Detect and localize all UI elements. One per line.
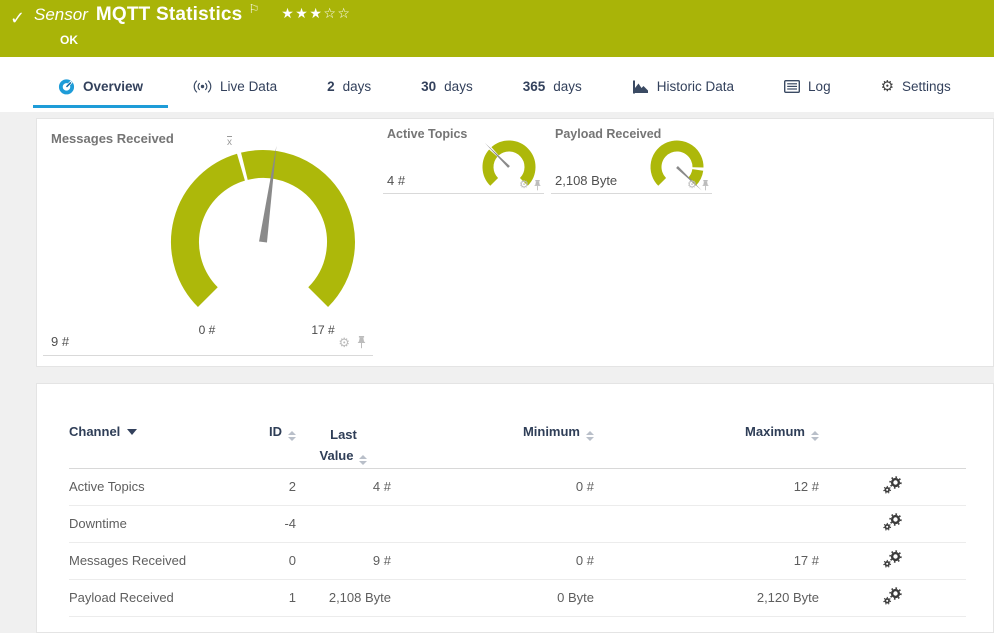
pin-icon[interactable] [701,180,710,191]
sort-icon[interactable] [811,431,819,441]
column-header-last-value[interactable]: Last Value [296,420,391,469]
widget-gear-icon[interactable]: ⚙ [687,180,697,191]
cell-maximum: 2,120 Byte [594,579,819,617]
cell-maximum: 12 # [594,468,819,506]
tab-label: Log [808,79,831,94]
cell-minimum: 0 Byte [391,579,594,617]
tab-live-data[interactable]: Live Data [168,68,302,108]
sort-icon[interactable] [359,455,368,465]
cell-last-value: 9 # [296,542,391,580]
table-header-row: Channel ID Last Value Minimum Maximum [69,420,966,469]
column-header-maximum[interactable]: Maximum [594,420,819,469]
tab-365-days[interactable]: 365 days [498,68,607,108]
tab-bar: Overview Live Data 2 days 30 days 365 da… [0,57,994,112]
cell-id: 2 [214,468,296,506]
gauge-current-value: 4 # [387,173,406,188]
cell-minimum: 0 # [391,542,594,580]
average-marker-label: x [227,137,232,148]
table-row[interactable]: Messages Received 0 9 # 0 # 17 # [69,542,966,580]
tab-30-days[interactable]: 30 days [396,68,498,108]
cell-maximum [594,505,819,543]
pin-icon[interactable] [356,336,367,349]
sort-icon[interactable] [288,431,296,441]
sensor-titlebar: Sensor MQTT Statistics ⚐ ★★★☆☆ [34,2,351,26]
gauges-card: Messages Received x 0 # 17 # 9 # ⚙ Activ… [36,118,994,367]
tab-label: days [444,79,473,94]
widget-gear-icon[interactable]: ⚙ [338,336,350,349]
tab-label: Settings [902,79,951,94]
sort-icon[interactable] [586,431,594,441]
historic-chart-icon [632,80,648,93]
status-badge: OK [60,33,78,47]
gauge-title: Payload Received [555,127,662,141]
tab-label: Live Data [220,79,278,94]
cell-channel: Downtime [69,505,214,543]
pin-icon[interactable] [533,180,542,191]
gauge-title: Messages Received [51,131,174,146]
cell-last-value [296,505,391,543]
edit-channel-gears-icon[interactable] [882,586,903,606]
cell-minimum: 0 # [391,468,594,506]
gauge-current-value: 9 # [51,334,70,349]
settings-gear-icon: ⚙ [880,78,895,95]
channels-card: Channel ID Last Value Minimum Maximum Ac… [36,383,994,633]
cell-channel: Active Topics [69,468,214,506]
edit-channel-gears-icon[interactable] [882,475,903,495]
column-header-minimum[interactable]: Minimum [391,420,594,469]
gauge-icon [58,79,75,95]
priority-stars[interactable]: ★★★☆☆ [281,5,351,22]
column-header-channel[interactable]: Channel [69,420,214,469]
cell-channel: Messages Received [69,542,214,580]
cell-channel: Payload Received [69,579,214,617]
tab-historic-data[interactable]: Historic Data [607,68,759,108]
tab-number: 365 [522,79,546,94]
table-row[interactable]: Active Topics 2 4 # 0 # 12 # [69,468,966,506]
tab-number: 2 [327,79,335,94]
tab-label: Historic Data [656,79,735,94]
status-ok-check-icon: ✓ [10,8,26,28]
content-area: Messages Received x 0 # 17 # 9 # ⚙ Activ… [0,112,994,633]
table-row[interactable]: Payload Received 1 2,108 Byte 0 Byte 2,1… [69,579,966,617]
gauge-payload-received[interactable]: Payload Received 2,108 Byte ⚙ [551,127,712,194]
cell-last-value: 4 # [296,468,391,506]
tab-settings[interactable]: ⚙ Settings [856,68,976,108]
tab-label: Overview [83,79,144,94]
flag-icon[interactable]: ⚐ [248,2,259,16]
sensor-header: ✓ Sensor MQTT Statistics ⚐ ★★★☆☆ OK [0,0,994,57]
gauge-messages-received[interactable]: Messages Received x 0 # 17 # 9 # ⚙ [43,125,373,356]
cell-id: -4 [214,505,296,543]
tab-label: days [553,79,582,94]
table-row[interactable]: Downtime -4 [69,505,966,543]
tab-label: days [342,79,372,94]
cell-id: 0 [214,542,296,580]
page-title: MQTT Statistics [95,4,243,25]
edit-channel-gears-icon[interactable] [882,549,903,569]
channels-table: Channel ID Last Value Minimum Maximum Ac… [69,420,966,617]
gauge-min-label: 0 # [198,323,216,337]
cell-last-value: 2,108 Byte [296,579,391,617]
cell-id: 1 [214,579,296,617]
cell-maximum: 17 # [594,542,819,580]
gauge-active-topics[interactable]: Active Topics 4 # ⚙ [383,127,544,194]
gauge-current-value: 2,108 Byte [555,173,618,188]
log-icon [784,80,801,93]
gauge-title: Active Topics [387,127,468,141]
tab-number: 30 [421,79,437,94]
tab-log[interactable]: Log [759,68,856,108]
messages-received-gauge [171,145,355,308]
tab-overview[interactable]: Overview [33,68,169,108]
tab-2-days[interactable]: 2 days [302,68,396,108]
live-data-icon [193,80,212,93]
cell-minimum [391,505,594,543]
sort-desc-icon[interactable] [127,429,138,435]
column-header-id[interactable]: ID [214,420,296,469]
object-type-label: Sensor [34,5,88,24]
widget-gear-icon[interactable]: ⚙ [519,180,529,191]
edit-channel-gears-icon[interactable] [882,512,903,532]
